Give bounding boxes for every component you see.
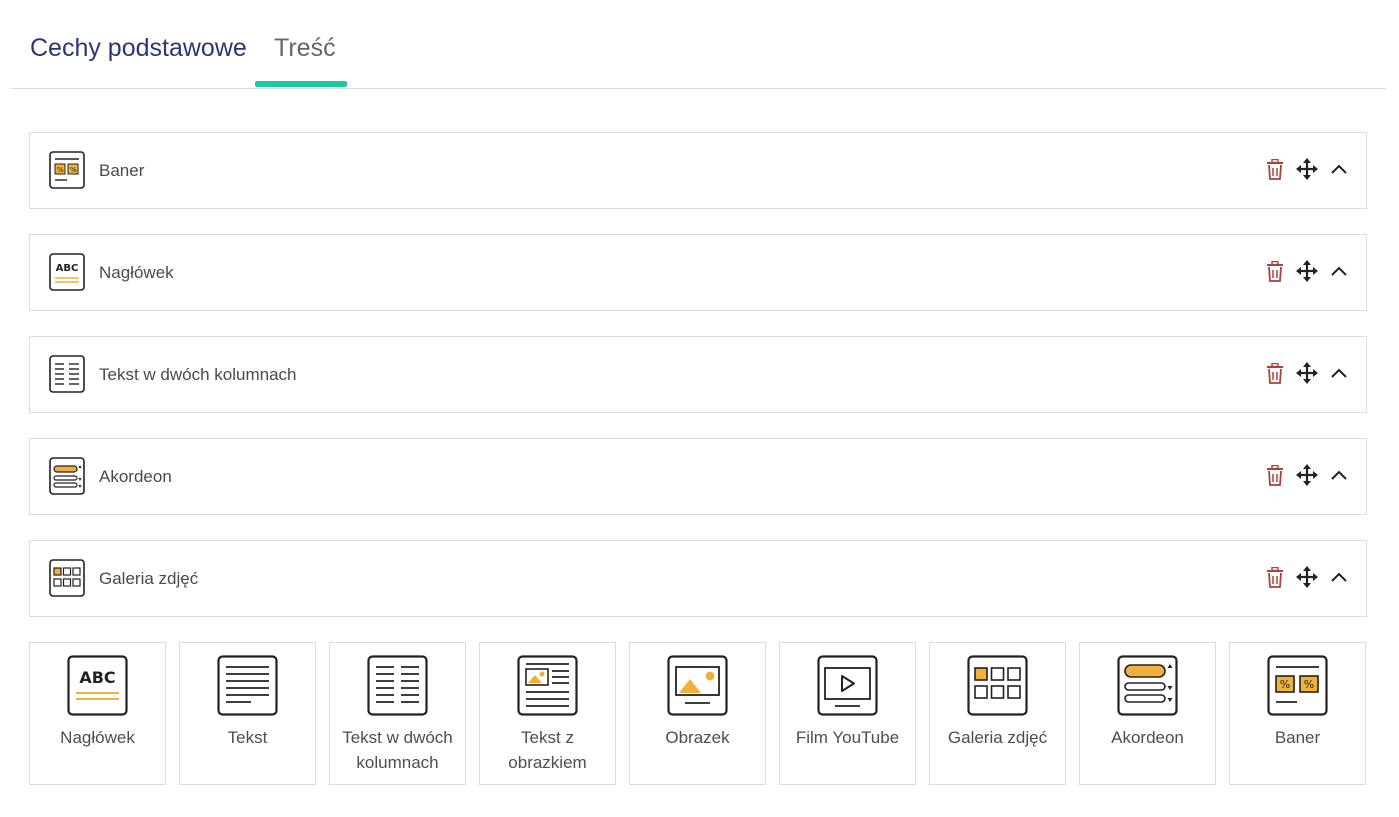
tile-label: Obrazek	[665, 728, 730, 747]
add-image-tile[interactable]: Obrazek	[629, 642, 766, 785]
add-text-tile[interactable]: Tekst	[179, 642, 316, 785]
gallery-icon	[49, 559, 85, 597]
block-actions	[1254, 259, 1350, 283]
move-icon[interactable]	[1296, 259, 1318, 283]
block-label: Tekst w dwóch kolumnach	[99, 365, 297, 384]
heading-icon: ABC	[67, 655, 128, 716]
tab-basic-features[interactable]: Cechy podstawowe	[30, 34, 247, 63]
accordion-icon	[49, 457, 85, 495]
heading-icon: ABC	[49, 253, 85, 291]
add-banner-tile[interactable]: %% Baner	[1229, 642, 1366, 785]
trash-icon[interactable]	[1264, 157, 1286, 181]
move-icon[interactable]	[1296, 157, 1318, 181]
add-gallery-tile[interactable]: Galeria zdjęć	[929, 642, 1066, 785]
banner-icon: %%	[49, 151, 85, 189]
accordion-icon	[1117, 655, 1178, 716]
svg-text:%: %	[57, 166, 64, 174]
block-actions	[1254, 565, 1350, 589]
svg-text:%: %	[1280, 678, 1290, 691]
two-columns-icon	[367, 655, 428, 716]
trash-icon[interactable]	[1264, 463, 1286, 487]
add-heading-tile[interactable]: ABC Nagłówek	[29, 642, 166, 785]
block-label: Galeria zdjęć	[99, 569, 199, 588]
tile-label: Film YouTube	[795, 728, 900, 747]
move-icon[interactable]	[1296, 565, 1318, 589]
svg-text:ABC: ABC	[79, 668, 115, 687]
tile-label: Galeria zdjęć	[947, 728, 1048, 747]
block-actions	[1254, 463, 1350, 487]
image-icon	[667, 655, 728, 716]
tile-label: Akordeon	[1111, 728, 1184, 747]
chevron-up-icon[interactable]	[1328, 157, 1350, 181]
tile-label: Tekst w dwóch kolumnach	[342, 728, 453, 772]
block-accordion[interactable]: Akordeon	[29, 438, 1367, 515]
tab-content[interactable]: Treść	[274, 34, 336, 63]
active-tab-indicator	[255, 81, 347, 87]
block-actions	[1254, 361, 1350, 385]
add-accordion-tile[interactable]: Akordeon	[1079, 642, 1216, 785]
block-heading[interactable]: ABC Nagłówek	[29, 234, 1367, 311]
gallery-icon	[967, 655, 1028, 716]
text-with-image-icon	[517, 655, 578, 716]
block-actions	[1254, 157, 1350, 181]
trash-icon[interactable]	[1264, 361, 1286, 385]
move-icon[interactable]	[1296, 463, 1318, 487]
text-icon	[217, 655, 278, 716]
tab-bar: Cechy podstawowe Treść	[10, 0, 1386, 89]
add-text-with-image-tile[interactable]: Tekst z obrazkiem	[479, 642, 616, 785]
block-label: Nagłówek	[99, 263, 174, 282]
move-icon[interactable]	[1296, 361, 1318, 385]
banner-icon: %%	[1267, 655, 1328, 716]
chevron-up-icon[interactable]	[1328, 565, 1350, 589]
block-label: Baner	[99, 161, 145, 180]
chevron-up-icon[interactable]	[1328, 259, 1350, 283]
trash-icon[interactable]	[1264, 259, 1286, 283]
video-play-icon	[817, 655, 878, 716]
tile-label: Nagłówek	[60, 728, 135, 747]
add-two-columns-tile[interactable]: Tekst w dwóch kolumnach	[329, 642, 466, 785]
trash-icon[interactable]	[1264, 565, 1286, 589]
tile-label: Tekst	[227, 728, 268, 747]
block-gallery[interactable]: Galeria zdjęć	[29, 540, 1367, 617]
svg-text:%: %	[70, 166, 77, 174]
block-banner[interactable]: %% Baner	[29, 132, 1367, 209]
chevron-up-icon[interactable]	[1328, 361, 1350, 385]
chevron-up-icon[interactable]	[1328, 463, 1350, 487]
tile-label: Tekst z obrazkiem	[508, 728, 587, 772]
add-youtube-video-tile[interactable]: Film YouTube	[779, 642, 916, 785]
two-columns-icon	[49, 355, 85, 393]
svg-text:ABC: ABC	[56, 263, 79, 274]
block-two-columns[interactable]: Tekst w dwóch kolumnach	[29, 336, 1367, 413]
svg-text:%: %	[1304, 678, 1314, 691]
block-label: Akordeon	[99, 467, 172, 486]
tile-label: Baner	[1274, 728, 1321, 747]
